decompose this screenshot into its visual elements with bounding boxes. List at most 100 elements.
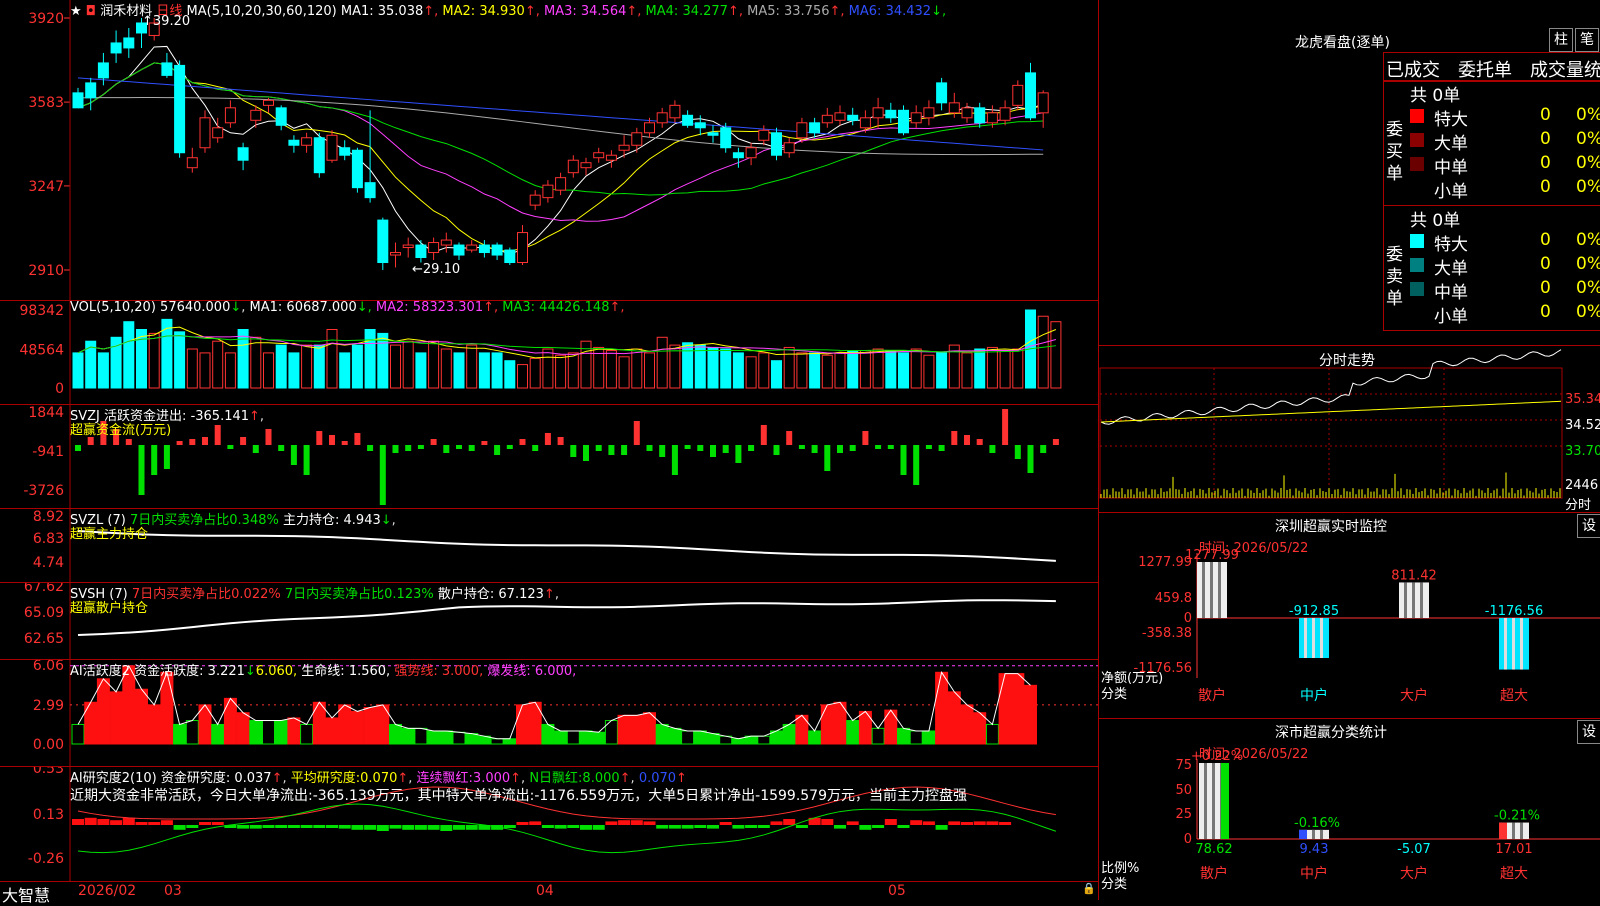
svzj-bar <box>583 445 589 461</box>
order-row-1: 大单 0 0% <box>1410 129 1600 154</box>
tab-volume-stats[interactable]: 成交量统计 <box>1530 56 1600 82</box>
tab-executed[interactable]: 已成交 <box>1386 56 1440 82</box>
ai2-bar <box>935 825 948 830</box>
svzj-bar <box>214 425 221 445</box>
ai-activity-panel[interactable]: 6.06 2.99 0.00 AI活跃度2 资金活跃度: 3.221↓6.060, … <box>0 660 1098 767</box>
ai1-y-tick: 2.99 <box>33 698 64 714</box>
vol-bar <box>288 352 300 389</box>
ai1-bar <box>693 730 707 745</box>
vol-bar <box>771 360 782 389</box>
ai2-bar <box>199 822 211 825</box>
vol-bar <box>986 346 998 389</box>
fenshi-panel[interactable]: 分时走势 35.34 34.52 33.70 2446 分时 <box>1099 345 1600 513</box>
ai1-bar <box>897 727 910 745</box>
volume-chart[interactable]: 98342 48564 0 <box>0 300 1098 404</box>
svzj-bar <box>202 437 208 445</box>
sz-monitor-panel[interactable]: 深圳超赢实时监控 设 时间: 2026/05/22 1277.99 459.8 0-… <box>1099 512 1600 719</box>
ai2-y-tick: 0.53 <box>33 767 64 777</box>
svzj-value: -365.141 <box>190 409 250 424</box>
svzj-panel[interactable]: 1844 -941 -3726 SVZJ 活跃资金进出: -365.141↑, 超赢… <box>0 405 1098 509</box>
ai1-y-tick: 6.06 <box>33 660 64 674</box>
vol-bar <box>1037 315 1049 389</box>
ai1-bar <box>820 704 834 745</box>
sz-class-chart[interactable]: 75 50 25 0 +0.22% 78.62 散户 -0.16% 9.43 中户 -5.07 大户 -… <box>1099 719 1600 901</box>
bar-y-tick: 459.8 <box>1155 591 1192 606</box>
fenshi-chart[interactable] <box>1099 346 1600 511</box>
tab-orders[interactable]: 委托单 <box>1458 56 1512 82</box>
color-swatch <box>1410 258 1424 272</box>
ai2-bar <box>897 825 910 828</box>
bar-stripe <box>1204 763 1207 839</box>
bar-value-label: 811.42 <box>1391 568 1437 583</box>
ai1-bar <box>795 714 809 745</box>
volume-panel[interactable]: 98342 48564 0 VOL(5,10,20) 57640.000↓, MA1… <box>0 300 1098 405</box>
vol-bar <box>466 344 478 389</box>
ai2-red-arrow: ↑ <box>510 771 522 786</box>
bar-accent <box>1499 822 1507 839</box>
ai1-bar <box>71 723 85 745</box>
bar-stripe <box>1202 562 1205 618</box>
vol-bar <box>275 344 287 389</box>
candle-chart[interactable]: 3920 3583 3247 2910 <box>0 0 1098 300</box>
svzj-bar <box>1002 409 1009 445</box>
tick-mode-button[interactable]: 笔 <box>1575 28 1599 52</box>
candle-body <box>224 107 236 124</box>
vol-bar <box>707 346 719 389</box>
candle-body <box>694 122 706 129</box>
ai1-bar <box>274 720 288 745</box>
svzj-bar <box>976 439 983 445</box>
svzl-arrow: ↓ <box>380 513 392 528</box>
ai2-avg-arrow: ↑ <box>397 771 409 786</box>
candle-body <box>199 117 211 149</box>
candle-panel[interactable]: 3920 3583 3247 2910 ★ ◘ 润禾材料 日线 MA(5,10,20,… <box>0 0 1098 301</box>
ai2-bar <box>135 822 148 825</box>
vol-bar <box>605 350 617 389</box>
vol-bar <box>377 332 389 389</box>
candle-body <box>110 42 122 54</box>
ai2-bar <box>694 825 707 828</box>
ai1-value: 3.221 <box>207 664 245 679</box>
ai1-bar <box>973 712 987 745</box>
ai1-arrow: ↓ <box>244 664 256 679</box>
candle-body <box>669 104 681 119</box>
bar-group-3 <box>1499 618 1529 670</box>
svzj-y-tick: -941 <box>32 444 64 460</box>
settings-icon[interactable]: ◘ <box>86 4 96 19</box>
legend-item-3: MA4: 34.277↑, <box>645 4 748 19</box>
lock-icon[interactable]: 🔒 <box>1082 882 1096 895</box>
ai1-burst-v: 6.000, <box>534 664 577 679</box>
svzj-bar <box>379 445 386 505</box>
bar-y-tick: 1277.99 <box>1138 555 1192 570</box>
candle-body <box>415 244 427 259</box>
svzj-bar <box>773 445 780 455</box>
sz-monitor-chart[interactable]: 1277.99 459.8 0-358.38 -1176.56 1277.99 散户 -91… <box>1099 513 1600 719</box>
candle-body <box>898 109 909 134</box>
candle-body <box>529 194 541 206</box>
legend-item-0: MA1: 35.038↑, <box>340 4 443 19</box>
svzj-bar <box>163 445 170 469</box>
ai2-bar <box>745 825 758 828</box>
ai1-bar <box>262 720 275 745</box>
ai2-bar <box>846 821 859 825</box>
ai-research-panel[interactable]: 0.53 0.13 -0.26 AI研究度2(10) 资金研究度: 0.037↑, … <box>0 767 1098 881</box>
bar-value-label: 78.62 <box>1195 842 1232 857</box>
vol-y-tick: 98342 <box>19 303 64 319</box>
candle-body <box>288 139 300 146</box>
ai1-bar <box>287 717 301 745</box>
candle-body <box>656 112 668 124</box>
vol-bar <box>542 348 554 389</box>
svsh-panel[interactable]: 67.62 65.09 62.65 SVSH (7) 7日内买卖净占比0.022% … <box>0 583 1098 660</box>
bar-change-label: +0.22% <box>1191 749 1243 764</box>
bar-mode-button[interactable]: 柱 <box>1549 28 1573 52</box>
sz-class-panel[interactable]: 深市超赢分类统计 设 时间: 2026/05/22 75 50 25 0 +0.22% 7… <box>1099 718 1600 901</box>
svzl-panel[interactable]: 8.92 6.83 4.74 SVZL (7) 7日内买卖净占比0.348% 主力持… <box>0 509 1098 583</box>
vol-arrow: ↓ <box>230 300 242 315</box>
vol-ma-line-1 <box>77 326 1057 359</box>
candle-body <box>783 142 795 154</box>
svsh-y-tick: 62.65 <box>24 631 64 647</box>
candle-body <box>440 239 452 246</box>
ai2-red: 连续飘红: <box>416 771 473 786</box>
ai2-bar <box>707 825 719 829</box>
bar-stripe <box>1504 618 1507 670</box>
bar-stripe <box>1218 562 1221 618</box>
